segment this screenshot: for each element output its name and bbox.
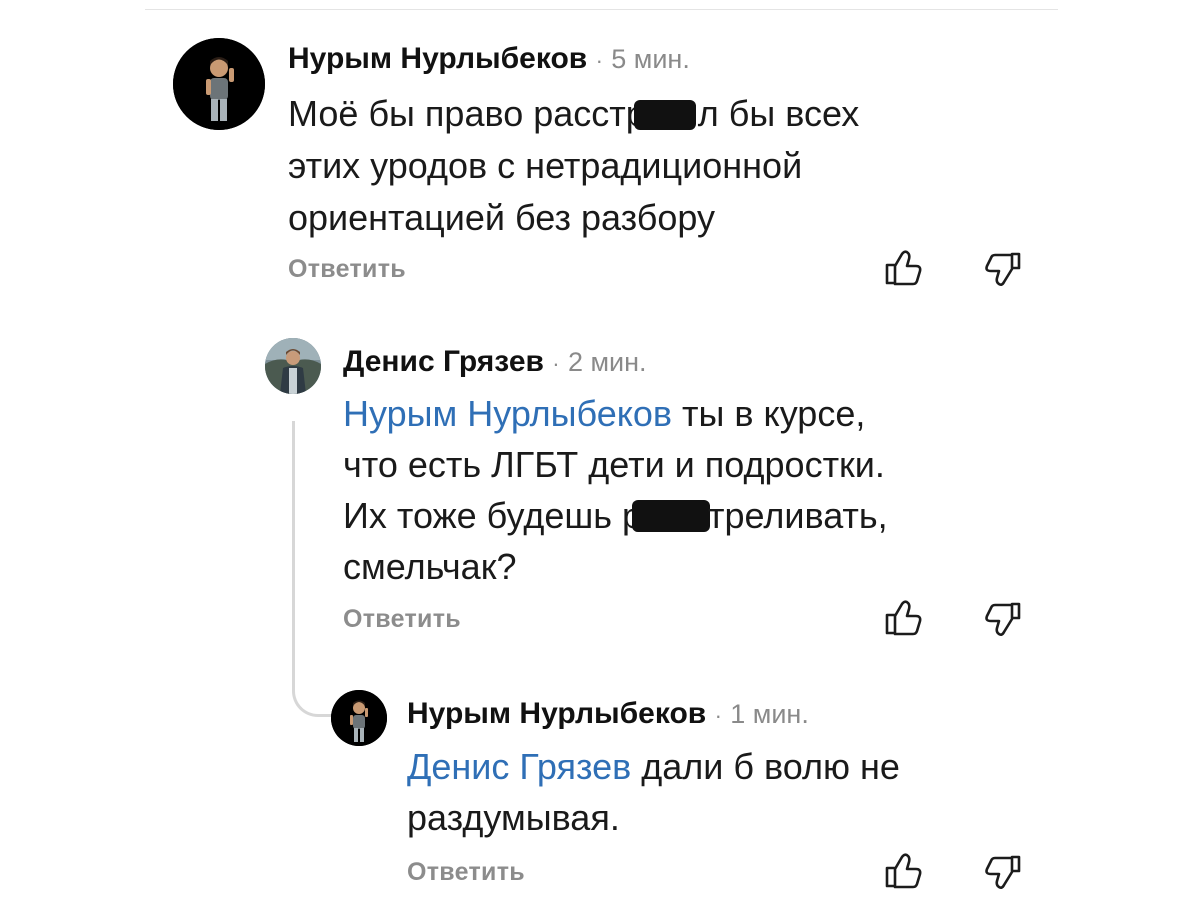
thumbs-down-icon [985, 855, 1021, 889]
author-name[interactable]: Нурым Нурлыбеков [407, 697, 706, 730]
timestamp[interactable]: 1 мин. [730, 699, 809, 729]
mention-link[interactable]: Денис Грязев [407, 746, 631, 787]
thumbs-up-icon [885, 853, 922, 889]
comment-text-line: раздумывая. [407, 797, 620, 838]
avatar[interactable] [331, 690, 387, 746]
avatar-person-icon [331, 690, 387, 746]
comment-3: Нурым Нурлыбеков · 1 мин. Денис Грязев д… [0, 0, 1200, 900]
like-button[interactable] [884, 853, 924, 894]
comment-header: Нурым Нурлыбеков · 1 мин. [407, 699, 809, 729]
dislike-button[interactable] [982, 853, 1022, 894]
reply-button[interactable]: Ответить [407, 860, 525, 885]
text-fragment: дали б волю не [631, 746, 900, 787]
comment-text-line: Денис Грязев дали б волю не [407, 741, 900, 792]
comment-text: Денис Грязев дали б волю не раздумывая. [407, 741, 900, 843]
separator: · [714, 703, 722, 728]
